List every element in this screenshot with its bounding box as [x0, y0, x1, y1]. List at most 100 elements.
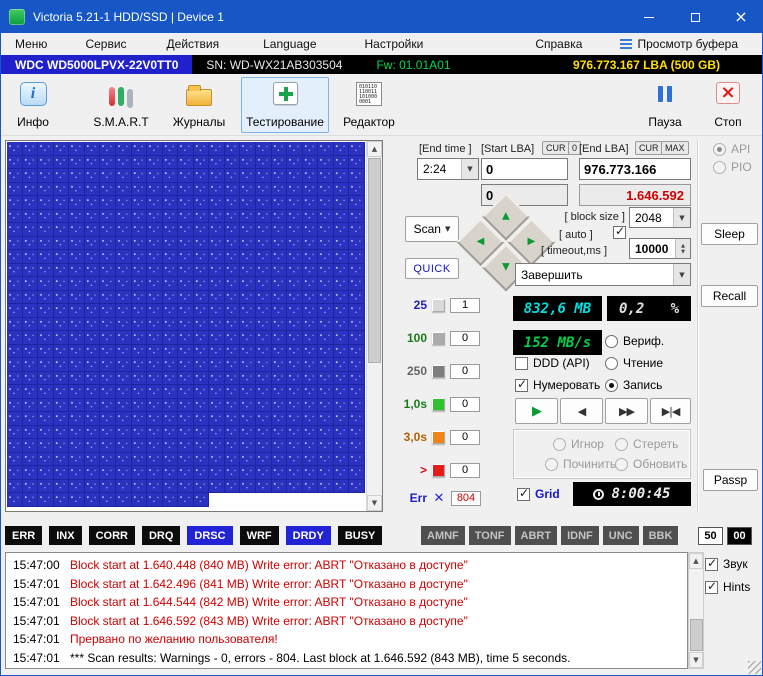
end-cur-chip[interactable]: CUR	[635, 141, 663, 155]
scan-block	[116, 399, 132, 413]
erase-radio[interactable]: Стереть	[615, 437, 678, 451]
step-back-button[interactable]: ◀	[560, 398, 603, 424]
test-button[interactable]: Тестирование	[241, 77, 329, 133]
chevron-down-icon[interactable]	[673, 208, 690, 227]
jump-edges-button[interactable]: ▶|◀	[650, 398, 691, 424]
scan-block	[132, 372, 148, 386]
menu-item-menu[interactable]: Меню	[15, 37, 47, 51]
stop-button[interactable]: Стоп	[703, 77, 753, 133]
scan-block	[116, 304, 132, 318]
sound-checkbox[interactable]: Звук	[705, 557, 748, 571]
play-button[interactable]: ▶	[515, 398, 558, 424]
close-button[interactable]	[718, 1, 763, 33]
end-lba-input[interactable]	[579, 158, 691, 180]
log-scrollbar[interactable]	[688, 552, 704, 669]
menu-item-language[interactable]: Language	[263, 37, 316, 51]
grid-checkbox-box[interactable]	[517, 488, 530, 501]
scan-block	[7, 439, 23, 453]
menu-item-actions[interactable]: Действия	[167, 37, 220, 51]
scan-block	[256, 196, 272, 210]
spinner-arrows-icon[interactable]	[675, 239, 690, 258]
api-radio[interactable]: API	[713, 142, 750, 156]
minimize-button[interactable]	[626, 1, 672, 33]
scan-block	[240, 331, 256, 345]
repair-radio-circle[interactable]	[545, 458, 558, 471]
read-radio-circle[interactable]	[605, 357, 618, 370]
editor-button[interactable]: 010110 110011 101000 0001 Редактор	[335, 77, 403, 133]
pio-radio-circle[interactable]	[713, 161, 726, 174]
scan-button[interactable]: Scan	[405, 216, 459, 242]
resize-grip[interactable]	[748, 661, 761, 674]
start-cur-chip[interactable]: CUR	[542, 141, 570, 155]
sleep-button[interactable]: Sleep	[701, 223, 758, 245]
scan-block	[85, 439, 101, 453]
scan-block	[116, 385, 132, 399]
chevron-down-icon[interactable]	[673, 264, 690, 285]
scan-block	[209, 318, 225, 332]
passp-button[interactable]: Passp	[703, 469, 758, 491]
blockmap-scrollbar-thumb[interactable]	[368, 158, 381, 363]
ddd-api-checkbox[interactable]: DDD (API)	[515, 356, 590, 370]
verify-radio-circle[interactable]	[605, 335, 618, 348]
menu-item-service[interactable]: Сервис	[85, 37, 126, 51]
auto-checkbox[interactable]	[613, 226, 626, 239]
scan-block	[318, 291, 334, 305]
log-panel[interactable]: 15:47:00 Block start at 1.640.448 (840 M…	[5, 552, 688, 669]
scan-block	[318, 304, 334, 318]
pio-radio[interactable]: PIO	[713, 160, 752, 174]
timeout-spinner[interactable]: 10000	[629, 238, 691, 259]
block-size-select[interactable]: 2048	[629, 207, 691, 228]
maximize-button[interactable]	[672, 1, 718, 33]
scroll-down-icon[interactable]	[367, 495, 382, 511]
titlebar[interactable]: Victoria 5.21-1 HDD/SSD | Device 1	[1, 1, 763, 33]
quick-button[interactable]: QUICK	[405, 258, 459, 279]
scan-block	[225, 331, 241, 345]
scan-block	[178, 264, 194, 278]
scan-block	[7, 358, 23, 372]
blockmap-scrollbar[interactable]	[366, 141, 382, 511]
info-button[interactable]: Инфо	[7, 77, 59, 133]
step-back-icon: ◀	[578, 405, 585, 418]
start-lba-input[interactable]	[481, 158, 568, 180]
scroll-up-icon[interactable]	[689, 553, 703, 569]
write-radio[interactable]: Запись	[605, 378, 662, 392]
grid-checkbox[interactable]: Grid	[517, 487, 560, 501]
api-radio-circle[interactable]	[713, 143, 726, 156]
scan-block	[349, 210, 365, 224]
jump-forward-button[interactable]: ▶▶	[605, 398, 648, 424]
ignore-radio[interactable]: Игнор	[553, 437, 604, 451]
end-max-chip[interactable]: MAX	[661, 141, 689, 155]
hints-checkbox[interactable]: Hints	[705, 580, 750, 594]
menu-item-settings[interactable]: Настройки	[365, 37, 424, 51]
numerate-checkbox-box[interactable]	[515, 379, 528, 392]
smart-button[interactable]: S.M.A.R.T	[85, 77, 157, 133]
recall-button[interactable]: Recall	[701, 285, 758, 307]
log-scrollbar-thumb[interactable]	[690, 619, 703, 651]
repair-radio[interactable]: Починить	[545, 457, 616, 471]
menu-item-help[interactable]: Справка	[535, 37, 582, 51]
logs-button[interactable]: Журналы	[167, 77, 231, 133]
numerate-checkbox[interactable]: Нумеровать	[515, 378, 600, 392]
pause-button[interactable]: Пауза	[641, 77, 689, 133]
scroll-down-icon[interactable]	[689, 652, 703, 668]
end-time-select[interactable]: 2:24	[417, 158, 479, 180]
sound-checkbox-box[interactable]	[705, 558, 718, 571]
scan-block	[147, 304, 163, 318]
buffer-view-button[interactable]: Просмотр буфера	[620, 37, 738, 51]
ddd-api-checkbox-box[interactable]	[515, 357, 528, 370]
refresh-radio-circle[interactable]	[615, 458, 628, 471]
ignore-radio-circle[interactable]	[553, 438, 566, 451]
scan-block	[349, 277, 365, 291]
read-radio[interactable]: Чтение	[605, 356, 663, 370]
refresh-radio[interactable]: Обновить	[615, 457, 687, 471]
scan-block	[38, 210, 54, 224]
write-radio-circle[interactable]	[605, 379, 618, 392]
folder-icon	[186, 82, 212, 106]
verify-radio[interactable]: Вериф.	[605, 334, 664, 348]
erase-radio-circle[interactable]	[615, 438, 628, 451]
scroll-up-icon[interactable]	[367, 141, 382, 157]
hints-checkbox-box[interactable]	[705, 581, 718, 594]
scan-block	[240, 291, 256, 305]
chevron-down-icon[interactable]	[461, 159, 478, 179]
on-finish-select[interactable]: Завершить	[515, 263, 691, 286]
